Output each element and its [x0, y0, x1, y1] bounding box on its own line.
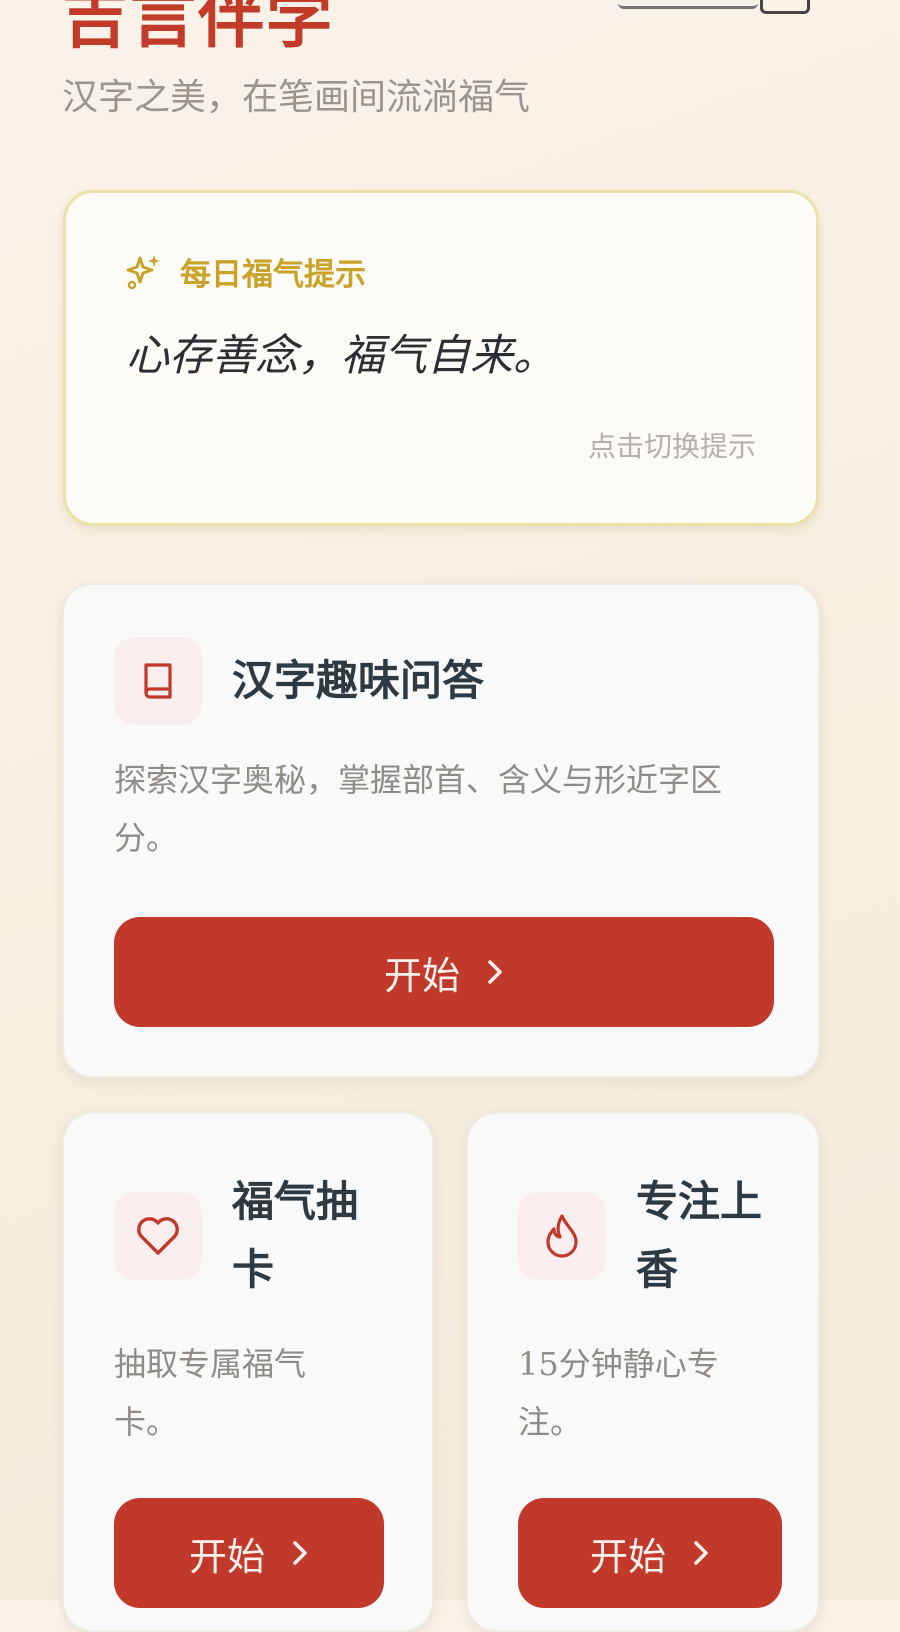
top-right-decoration — [618, 0, 758, 9]
incense-start-button[interactable]: 开始 — [518, 1498, 782, 1608]
flame-icon — [542, 1212, 582, 1260]
page-header: 吉言伴学 汉字之美，在笔画间流淌福气 — [62, 0, 530, 120]
switch-tip-hint[interactable]: 点击切换提示 — [588, 425, 756, 465]
daily-tip-card[interactable]: 每日福气提示 心存善念，福气自来。 点击切换提示 — [63, 190, 819, 526]
quiz-description: 探索汉字奥秘，掌握部首、含义与形近字区分。 — [114, 761, 723, 857]
chevron-right-icon — [265, 1539, 309, 1567]
card-draw-icon-box — [114, 1192, 202, 1280]
top-right-icon[interactable] — [760, 0, 810, 14]
heart-icon — [134, 1214, 182, 1258]
app-title: 吉言伴学 — [62, 0, 334, 57]
card-draw-start-label: 开始 — [188, 1534, 265, 1579]
quiz-card: 汉字趣味问答 探索汉字奥秘，掌握部首、含义与形近字区分。 开始 — [62, 583, 820, 1078]
card-draw-title: 福气抽卡 — [232, 1177, 359, 1294]
chevron-right-icon — [666, 1539, 710, 1567]
book-icon — [136, 659, 180, 703]
daily-tip-header: 每日福气提示 — [124, 249, 366, 294]
chevron-right-icon — [460, 958, 504, 986]
incense-card: 专注上香 15分钟静心专注。 开始 — [466, 1112, 820, 1632]
daily-tip-quote: 心存善念，福气自来。 — [126, 331, 556, 381]
sparkles-icon — [124, 252, 164, 292]
quiz-start-label: 开始 — [383, 953, 460, 998]
quiz-start-button[interactable]: 开始 — [114, 917, 774, 1027]
incense-title: 专注上香 — [636, 1177, 763, 1294]
quiz-title: 汉字趣味问答 — [232, 656, 485, 705]
app-subtitle: 汉字之美，在笔画间流淌福气 — [62, 77, 531, 118]
card-draw-description: 抽取专属福气卡。 — [114, 1345, 307, 1441]
incense-start-label: 开始 — [589, 1534, 666, 1579]
daily-tip-label: 每日福气提示 — [180, 257, 366, 293]
incense-icon-box — [518, 1192, 606, 1280]
card-draw-card: 福气抽卡 抽取专属福气卡。 开始 — [62, 1112, 434, 1632]
quiz-icon-box — [114, 637, 202, 725]
card-draw-start-button[interactable]: 开始 — [114, 1498, 384, 1608]
incense-description: 15分钟静心专注。 — [518, 1345, 719, 1441]
